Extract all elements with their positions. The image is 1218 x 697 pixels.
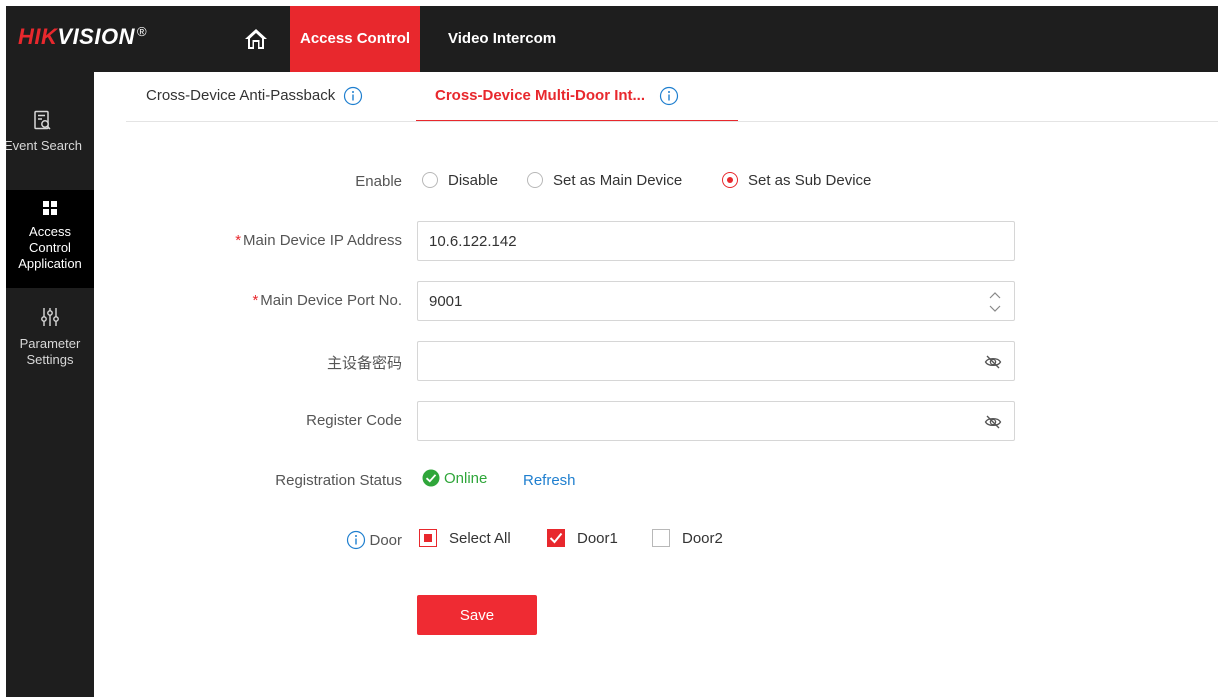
registration-status-value: Online <box>422 469 488 488</box>
main-device-password-label-text: 主设备密码 <box>326 355 402 372</box>
nav-access-control[interactable]: Access Control <box>290 6 421 72</box>
tab-cross-device-anti-passback[interactable]: Cross-Device Anti-Passback <box>146 86 363 120</box>
main-device-ip-label: * Main Device IP Address <box>235 232 402 249</box>
logo-text-vision: VISION <box>57 24 135 49</box>
refresh-label: Refresh <box>523 472 576 489</box>
door-label: Door <box>346 530 402 551</box>
sidebar-item-label: Application <box>18 256 82 271</box>
sidebar-item-label: Settings <box>26 352 74 367</box>
eye-hidden-icon[interactable] <box>984 353 1002 371</box>
logo-registered-mark: ® <box>136 24 148 39</box>
sidebar-item-parameter-settings[interactable]: Parameter Settings <box>6 306 94 376</box>
checkbox-label: Door2 <box>682 530 723 547</box>
checkmark-icon <box>549 532 563 544</box>
main-device-ip-label-text: Main Device IP Address <box>243 232 402 249</box>
main-device-port-field[interactable] <box>417 281 1015 321</box>
event-search-icon <box>34 110 51 130</box>
main-device-port-label: * Main Device Port No. <box>252 292 402 309</box>
sidebar-item-label: Event Search <box>6 138 83 153</box>
info-icon[interactable] <box>343 86 363 106</box>
main-device-port-input[interactable] <box>429 282 969 320</box>
status-text: Online <box>444 470 488 487</box>
radio-button[interactable] <box>422 172 438 189</box>
number-stepper-icon[interactable] <box>988 289 1002 315</box>
radio-set-as-sub-device[interactable]: Set as Sub Device <box>722 172 871 189</box>
main-device-password-field[interactable] <box>417 341 1015 381</box>
radio-button-selected[interactable] <box>722 172 738 189</box>
main-device-ip-field[interactable] <box>417 221 1015 261</box>
checkbox-select-all[interactable]: Select All <box>419 529 511 548</box>
top-navigation-bar: HIKVISION ® Access Control Video Intercom <box>6 6 1218 72</box>
tab-cross-device-multi-door-interlock[interactable]: Cross-Device Multi-Door Int... <box>416 86 738 122</box>
home-icon[interactable] <box>244 27 268 51</box>
main-device-password-input[interactable] <box>429 342 969 380</box>
tab-label: Cross-Device Multi-Door Int... <box>435 86 646 104</box>
checkbox-door1[interactable]: Door1 <box>547 529 618 548</box>
nav-video-intercom-label: Video Intercom <box>448 30 557 47</box>
sliders-icon <box>41 308 59 326</box>
main-device-ip-input[interactable] <box>429 222 969 260</box>
radio-label: Disable <box>448 172 499 189</box>
sidebar-item-access-control-application[interactable]: Access Control Application <box>6 190 94 288</box>
checkbox-indeterminate[interactable] <box>419 529 437 548</box>
eye-hidden-icon[interactable] <box>984 413 1002 431</box>
sidebar: Event Search Access Control Application … <box>6 72 94 697</box>
register-code-label: Register Code <box>306 412 402 429</box>
checkbox-checked[interactable] <box>547 529 565 548</box>
tab-divider <box>126 121 1218 122</box>
enable-label-text: Enable <box>355 173 402 190</box>
grid-icon <box>43 201 57 215</box>
info-icon[interactable] <box>346 530 366 550</box>
info-icon[interactable] <box>659 86 679 106</box>
register-code-input[interactable] <box>429 402 969 440</box>
check-circle-icon <box>422 469 440 487</box>
registration-status-label-text: Registration Status <box>275 472 402 489</box>
logo-text-hik: HIK <box>18 24 58 49</box>
radio-disable[interactable]: Disable <box>422 172 498 189</box>
main-device-port-label-text: Main Device Port No. <box>260 292 402 309</box>
required-mark: * <box>252 292 259 309</box>
sidebar-item-label: Control <box>29 240 71 255</box>
checkbox-door2[interactable]: Door2 <box>652 529 723 548</box>
sidebar-item-event-search[interactable]: Event Search <box>6 110 94 182</box>
register-code-label-text: Register Code <box>306 412 402 429</box>
tab-label: Cross-Device Anti-Passback <box>146 86 336 104</box>
checkbox-label: Select All <box>449 530 511 547</box>
main-device-password-label: 主设备密码 <box>327 352 402 373</box>
hikvision-logo: HIKVISION ® <box>18 24 147 50</box>
save-button[interactable]: Save <box>417 595 537 635</box>
refresh-link[interactable]: Refresh <box>523 472 576 489</box>
enable-label: Enable <box>355 173 402 190</box>
register-code-field[interactable] <box>417 401 1015 441</box>
radio-set-as-main-device[interactable]: Set as Main Device <box>527 172 682 189</box>
required-mark: * <box>235 232 242 249</box>
registration-status-label: Registration Status <box>275 472 402 489</box>
sidebar-item-label: Access <box>29 224 71 239</box>
radio-label: Set as Main Device <box>553 172 683 189</box>
door-label-text: Door <box>369 531 402 549</box>
radio-button[interactable] <box>527 172 543 189</box>
checkbox-unchecked[interactable] <box>652 529 670 548</box>
radio-label: Set as Sub Device <box>748 172 872 189</box>
nav-video-intercom[interactable]: Video Intercom <box>438 6 566 72</box>
sidebar-item-label: Parameter <box>19 336 81 351</box>
checkbox-label: Door1 <box>577 530 618 547</box>
nav-access-control-label: Access Control <box>300 30 411 47</box>
